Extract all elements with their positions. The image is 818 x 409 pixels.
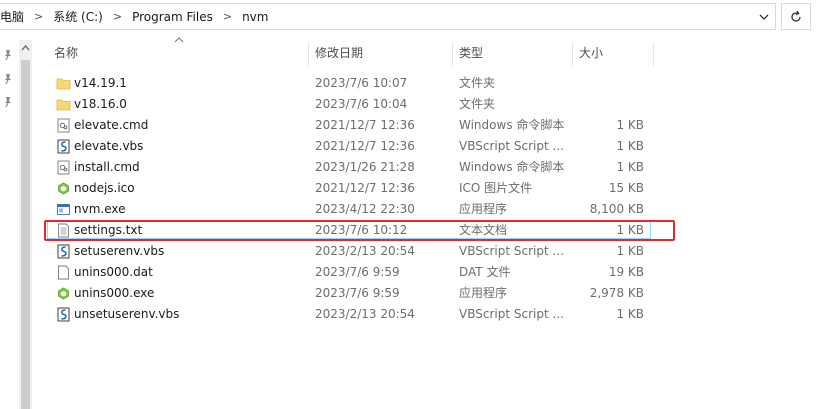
column-divider[interactable]	[572, 42, 573, 66]
file-row[interactable]: unsetuserenv.vbs 2023/2/13 20:54 VBScrip…	[46, 304, 686, 325]
folder-icon	[56, 78, 71, 90]
file-row[interactable]: setuserenv.vbs 2023/2/13 20:54 VBScript …	[46, 241, 686, 262]
file-name[interactable]: v18.16.0	[74, 94, 127, 115]
column-header-name[interactable]: 名称	[54, 40, 78, 66]
nodejs-ico-icon	[58, 182, 69, 195]
file-type: ICO 图片文件	[459, 181, 533, 195]
file-date: 2021/12/7 12:36	[315, 181, 415, 195]
file-name[interactable]: v14.19.1	[74, 73, 127, 94]
chevron-down-icon[interactable]	[757, 10, 771, 24]
file-date: 2023/7/6 10:04	[315, 97, 408, 111]
file-size: 8,100 KB	[589, 202, 644, 216]
file-name[interactable]: unins000.exe	[74, 283, 154, 304]
column-header-size[interactable]: 大小	[579, 40, 603, 66]
file-row[interactable]: elevate.cmd 2021/12/7 12:36 Windows 命令脚本…	[46, 115, 686, 136]
folder-icon	[56, 99, 71, 111]
file-type: DAT 文件	[459, 265, 511, 279]
pin-icon[interactable]	[2, 73, 14, 85]
file-date: 2023/7/6 9:59	[315, 286, 400, 300]
file-name[interactable]: nvm.exe	[74, 199, 126, 220]
vbs-script-icon	[57, 244, 70, 259]
file-type: 应用程序	[459, 286, 508, 300]
file-date: 2021/12/7 12:36	[315, 139, 415, 153]
installer-icon	[58, 287, 69, 300]
file-row[interactable]: nvm.exe 2023/4/12 22:30 应用程序 8,100 KB	[46, 199, 686, 220]
file-date: 2023/2/13 20:54	[315, 244, 415, 258]
file-name[interactable]: install.cmd	[74, 157, 140, 178]
file-type: VBScript Script ...	[459, 307, 564, 321]
file-name[interactable]: elevate.cmd	[74, 115, 148, 136]
exe-icon	[57, 204, 70, 215]
pin-icon[interactable]	[2, 49, 14, 61]
file-date: 2021/12/7 12:36	[315, 118, 415, 132]
vbs-script-icon	[57, 307, 70, 322]
file-row[interactable]: unins000.exe 2023/7/6 9:59 应用程序 2,978 KB	[46, 283, 686, 304]
dat-file-icon	[58, 265, 69, 280]
sort-ascending-icon	[174, 37, 184, 43]
column-divider[interactable]	[653, 42, 654, 66]
file-row[interactable]: v18.16.0 2023/7/6 10:04 文件夹	[46, 94, 686, 115]
breadcrumb-nvm[interactable]: nvm	[242, 10, 268, 24]
file-size: 1 KB	[616, 307, 644, 321]
file-list: v14.19.1 2023/7/6 10:07 文件夹 v18.16.0 202…	[46, 73, 686, 325]
file-size: 15 KB	[608, 181, 644, 195]
file-name[interactable]: elevate.vbs	[74, 136, 143, 157]
column-divider[interactable]	[308, 42, 309, 66]
breadcrumb-program-files[interactable]: Program Files	[132, 10, 213, 24]
chevron-right-icon[interactable]: >	[34, 10, 43, 23]
file-type: VBScript Script ...	[459, 244, 564, 258]
address-bar[interactable]: 此电脑 > 系统 (C:) > Program Files > nvm	[0, 3, 776, 30]
file-size: 1 KB	[616, 244, 644, 258]
chevron-right-icon[interactable]: >	[223, 10, 232, 23]
file-row[interactable]: install.cmd 2023/1/26 21:28 Windows 命令脚本…	[46, 157, 686, 178]
cmd-script-icon	[57, 160, 70, 175]
file-date: 2023/7/6 9:59	[315, 265, 400, 279]
refresh-icon	[791, 10, 801, 22]
file-row[interactable]: v14.19.1 2023/7/6 10:07 文件夹	[46, 73, 686, 94]
file-size: 19 KB	[608, 265, 644, 279]
file-date: 2023/7/6 10:07	[315, 76, 408, 90]
highlight-annotation-frame	[44, 220, 675, 241]
file-size: 1 KB	[616, 139, 644, 153]
chevron-right-icon[interactable]: >	[113, 10, 122, 23]
file-size: 1 KB	[616, 160, 644, 174]
file-type: 文件夹	[459, 76, 496, 90]
file-type: 文件夹	[459, 97, 496, 111]
file-date: 2023/4/12 22:30	[315, 202, 415, 216]
file-date: 2023/2/13 20:54	[315, 307, 415, 321]
scrollbar-thumb[interactable]	[21, 60, 30, 409]
file-name[interactable]: unins000.dat	[74, 262, 153, 283]
scroll-up-arrow-icon[interactable]	[19, 42, 32, 54]
file-row[interactable]: elevate.vbs 2021/12/7 12:36 VBScript Scr…	[46, 136, 686, 157]
breadcrumb-this-pc[interactable]: 此电脑	[0, 8, 24, 25]
file-type: VBScript Script ...	[459, 139, 564, 153]
file-name[interactable]: unsetuserenv.vbs	[74, 304, 179, 325]
file-size: 2,978 KB	[589, 286, 644, 300]
file-size: 1 KB	[616, 118, 644, 132]
pin-icon[interactable]	[2, 96, 14, 108]
column-header-row: 名称 修改日期 类型 大小	[46, 37, 666, 66]
file-name[interactable]: nodejs.ico	[74, 178, 135, 199]
file-name[interactable]: setuserenv.vbs	[74, 241, 164, 262]
file-type: Windows 命令脚本	[459, 160, 565, 174]
file-row[interactable]: nodejs.ico 2021/12/7 12:36 ICO 图片文件 15 K…	[46, 178, 686, 199]
column-header-date[interactable]: 修改日期	[315, 40, 363, 66]
breadcrumb-system-drive[interactable]: 系统 (C:)	[53, 8, 103, 25]
column-header-type[interactable]: 类型	[459, 40, 483, 66]
column-divider[interactable]	[452, 42, 453, 66]
file-type: Windows 命令脚本	[459, 118, 565, 132]
file-row[interactable]: unins000.dat 2023/7/6 9:59 DAT 文件 19 KB	[46, 262, 686, 283]
file-type: 应用程序	[459, 202, 508, 216]
vbs-script-icon	[57, 139, 70, 154]
file-date: 2023/1/26 21:28	[315, 160, 415, 174]
cmd-script-icon	[57, 118, 70, 133]
refresh-button[interactable]	[781, 3, 811, 30]
